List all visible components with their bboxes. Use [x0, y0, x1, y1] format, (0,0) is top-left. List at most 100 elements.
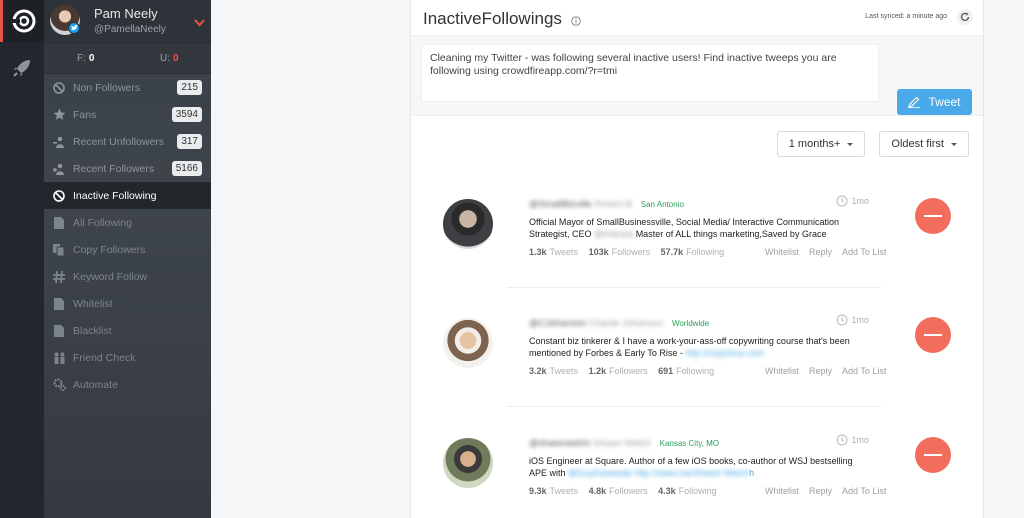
reply-link[interactable]: Reply [809, 486, 832, 496]
friends-icon [52, 351, 66, 365]
user-location: Kansas City, MO [659, 439, 720, 448]
followers-count: 103k [588, 247, 609, 257]
crowdfire-logo-icon[interactable] [0, 0, 44, 42]
followers-count: 1.2k [588, 366, 607, 376]
profile-header[interactable]: Pam Neely @PamellaNeely [44, 0, 211, 42]
tweet-textarea[interactable]: Cleaning my Twitter - was following seve… [421, 44, 879, 102]
document-icon [52, 216, 66, 230]
tweet-button[interactable]: Tweet [897, 89, 972, 115]
sidebar-item-all-following[interactable]: All Following [44, 209, 211, 236]
minus-icon [924, 215, 942, 217]
sidebar-item-non-followers[interactable]: Non Followers 215 [44, 74, 211, 101]
clock-icon [836, 434, 849, 446]
unfollow-button[interactable] [915, 317, 951, 353]
follow-count-label: F: [77, 52, 86, 64]
tweet-button-label: Tweet [928, 95, 961, 109]
user-minus-icon [52, 135, 66, 149]
filter-bar: 1 months+ Oldest first [776, 131, 969, 157]
refresh-icon[interactable] [957, 9, 973, 25]
user-handle: @SmallBizville [529, 199, 592, 210]
list-item: @CJohanson Charlie Johanson Worldwide 1m… [443, 314, 953, 418]
tweets-count: 3.2k [529, 366, 547, 376]
sidebar-item-blacklist[interactable]: Blacklist [44, 317, 211, 344]
sidebar-item-copy-followers[interactable]: Copy Followers [44, 236, 211, 263]
whitelist-link[interactable]: Whitelist [765, 366, 799, 376]
followers-label: Followers [609, 486, 648, 496]
info-icon[interactable] [571, 13, 581, 31]
sidebar-item-recent-followers[interactable]: Recent Followers 5166 [44, 155, 211, 182]
gears-icon [52, 378, 66, 392]
followers-label: Followers [611, 247, 651, 257]
follow-count: F: 0 [44, 43, 128, 73]
user-avatar[interactable] [443, 318, 493, 368]
user-name[interactable]: @shawnwelch Shawn Welch Kansas City, MO [529, 438, 719, 449]
period-dropdown[interactable]: 1 months+ [776, 131, 866, 157]
following-count: 4.3k [658, 486, 676, 496]
sidebar-item-recent-unfollowers[interactable]: Recent Unfollowers 317 [44, 128, 211, 155]
user-last-active: 1mo [836, 314, 869, 326]
bio-text-end: Master of ALL things marketing,Saved by … [633, 229, 827, 239]
blacklist-icon [52, 324, 66, 338]
twitter-bird-icon [68, 22, 80, 34]
tweets-label: Tweets [549, 247, 579, 257]
profile-handle: @PamellaNeely [94, 24, 166, 35]
unfollow-button[interactable] [915, 437, 951, 473]
caret-down-icon [847, 142, 854, 146]
user-location: Worldwide [671, 319, 710, 328]
user-name[interactable]: @CJohanson Charlie Johanson Worldwide [529, 318, 709, 329]
user-handle: @CJohanson [529, 318, 587, 329]
add-to-list-link[interactable]: Add To List [842, 486, 886, 496]
user-bio: Constant biz tinkerer & I have a work-yo… [529, 335, 869, 359]
follow-counts: F: 0 U: 0 [44, 42, 211, 74]
sidebar-item-friend-check[interactable]: Friend Check [44, 344, 211, 371]
sidebar: Pam Neely @PamellaNeely F: 0 U: 0 Non Foll… [44, 0, 211, 518]
user-realname: Charlie Johanson [589, 318, 664, 329]
whitelist-link[interactable]: Whitelist [765, 247, 799, 257]
user-location: San Antonio [640, 200, 684, 209]
user-avatar[interactable] [443, 438, 493, 488]
sort-dropdown[interactable]: Oldest first [879, 131, 969, 157]
tweets-label: Tweets [549, 366, 579, 376]
user-bio: iOS Engineer at Square. Author of a few … [529, 455, 869, 479]
whitelist-link[interactable]: Whitelist [765, 486, 799, 496]
reply-link[interactable]: Reply [809, 247, 832, 257]
sidebar-item-keyword-follow[interactable]: Keyword Follow [44, 263, 211, 290]
sidebar-nav: Non Followers 215 Fans 3594 Recent Unfol… [44, 74, 211, 398]
user-bio: Official Mayor of SmallBusinessville, So… [529, 216, 869, 240]
user-plus-icon [52, 162, 66, 176]
add-to-list-link[interactable]: Add To List [842, 247, 886, 257]
user-name[interactable]: @SmallBizville Robert B San Antonio [529, 199, 684, 210]
rocket-icon[interactable] [0, 50, 44, 86]
page-header: InactiveFollowings Last synced: a minute… [411, 0, 983, 36]
star-icon [52, 108, 66, 122]
chevron-down-icon[interactable] [194, 14, 205, 32]
count-badge: 215 [177, 80, 202, 95]
sidebar-item-automate[interactable]: Automate [44, 371, 211, 398]
bio-link[interactable]: @GuyKawasaki http://www.me/Shawn-Welch [568, 468, 749, 478]
clock-icon [836, 314, 849, 326]
sidebar-item-fans[interactable]: Fans 3594 [44, 101, 211, 128]
followers-label: Followers [609, 366, 648, 376]
unfollow-count-value: 0 [172, 52, 179, 64]
sidebar-item-label: Copy Followers [73, 243, 146, 256]
list-item: @SmallBizville Robert B San Antonio 1mo … [443, 195, 953, 299]
sidebar-item-label: Automate [73, 378, 118, 391]
sidebar-item-label: Inactive Following [73, 189, 157, 202]
sidebar-item-whitelist[interactable]: Whitelist [44, 290, 211, 317]
user-stats: 9.3k Tweets 4.8k Followers 4.3k Following [529, 486, 717, 496]
reply-link[interactable]: Reply [809, 366, 832, 376]
tweets-label: Tweets [549, 486, 579, 496]
add-to-list-link[interactable]: Add To List [842, 366, 886, 376]
unfollow-button[interactable] [915, 198, 951, 234]
user-avatar[interactable] [443, 199, 493, 249]
following-label: Following [676, 366, 715, 376]
bio-link[interactable]: http://copyhour.com [685, 348, 764, 358]
sidebar-item-label: Whitelist [73, 297, 113, 310]
caret-down-icon [951, 142, 957, 146]
minus-icon [924, 454, 942, 456]
sidebar-item-inactive-following[interactable]: Inactive Following [44, 182, 211, 209]
sidebar-item-label: Recent Followers [73, 162, 155, 175]
user-stats: 3.2k Tweets 1.2k Followers 691 Following [529, 366, 714, 376]
hashtag-icon [52, 270, 66, 284]
user-last-active: 1mo [836, 434, 869, 446]
